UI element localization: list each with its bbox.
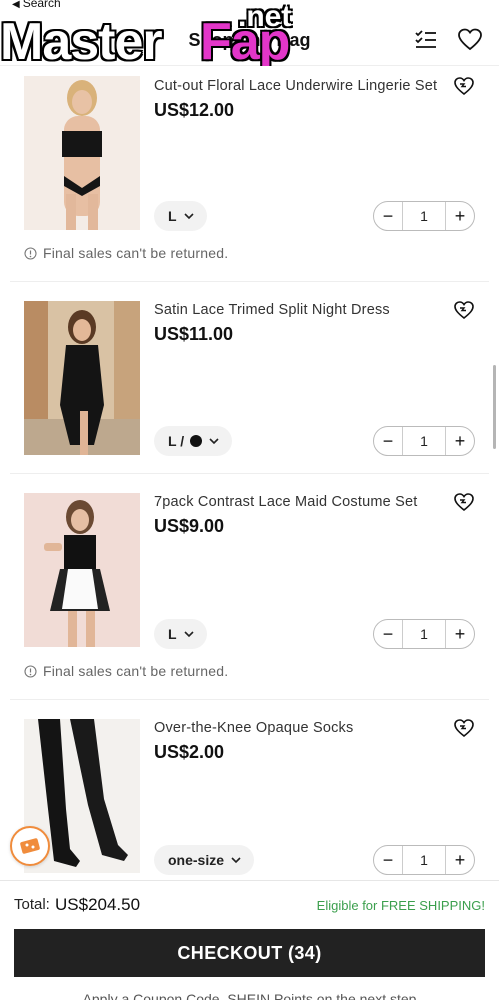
final-sale-note: Final sales can't be returned. [24,245,228,261]
cart-item: Over-the-Knee Opaque Socks US$2.00 one-s… [10,700,489,880]
back-label: Search [22,0,61,10]
variant-selector[interactable]: L [154,619,207,649]
checkout-button[interactable]: CHECKOUT (34) [14,929,485,977]
item-name[interactable]: Over-the-Knee Opaque Socks [154,720,444,736]
quantity-value[interactable]: 1 [402,620,446,648]
chevron-down-icon [183,213,194,220]
variant-selector[interactable]: L [154,201,207,231]
variant-label: one-size [168,852,225,868]
item-price: US$9.00 [154,516,225,536]
variant-label: L / [168,433,185,449]
increase-quantity-button[interactable]: + [446,202,474,230]
quantity-stepper: − 1 + [373,201,475,231]
cart-item: 7pack Contrast Lace Maid Costume Set US$… [10,474,489,700]
item-name[interactable]: 7pack Contrast Lace Maid Costume Set [154,494,444,510]
quantity-stepper: − 1 + [373,426,475,456]
checkout-footer: Total: US$204.50 Eligible for FREE SHIPP… [0,880,499,1000]
quantity-value[interactable]: 1 [402,202,446,230]
wishlist-heart-icon[interactable] [456,26,484,54]
item-price: US$11.00 [154,324,234,344]
total-label: Total: [14,896,50,913]
night-dress-photo [24,301,140,455]
final-sale-text: Final sales can't be returned. [43,663,229,679]
item-name[interactable]: Cut-out Floral Lace Underwire Lingerie S… [154,78,444,94]
decrease-quantity-button[interactable]: − [374,427,402,455]
chevron-down-icon [209,438,219,445]
product-image[interactable] [24,301,140,455]
increase-quantity-button[interactable]: + [446,620,474,648]
total-value: US$204.50 [55,895,141,914]
increase-quantity-button[interactable]: + [446,846,474,874]
item-price: US$12.00 [154,100,235,120]
item-name[interactable]: Satin Lace Trimed Split Night Dress [154,302,444,318]
decrease-quantity-button[interactable]: − [374,620,402,648]
chevron-down-icon [183,631,194,638]
list-check-icon[interactable] [412,26,440,54]
add-to-wishlist-icon[interactable] [453,491,475,513]
quantity-value[interactable]: 1 [402,846,446,874]
decrease-quantity-button[interactable]: − [374,202,402,230]
add-to-wishlist-icon[interactable] [453,717,475,739]
cart-item: Satin Lace Trimed Split Night Dress US$1… [10,282,489,474]
back-to-search[interactable]: ◀ Search [12,0,61,10]
quantity-value[interactable]: 1 [402,427,446,455]
info-icon [24,246,37,260]
free-shipping-note: Eligible for FREE SHIPPING! [316,898,485,913]
final-sale-note: Final sales can't be returned. [24,663,228,679]
add-to-wishlist-icon[interactable] [453,75,475,97]
product-image[interactable] [24,76,140,230]
decrease-quantity-button[interactable]: − [374,846,402,874]
quantity-stepper: − 1 + [373,845,475,875]
variant-selector[interactable]: L / [154,426,233,456]
chevron-down-icon [231,857,241,864]
coupon-badge[interactable] [10,826,50,866]
final-sale-text: Final sales can't be returned. [43,245,229,261]
coupon-note: Apply a Coupon Code, SHEIN Points on the… [82,991,417,1000]
quantity-stepper: − 1 + [373,619,475,649]
scrollbar[interactable] [493,365,496,449]
color-swatch [190,435,203,447]
increase-quantity-button[interactable]: + [446,427,474,455]
info-icon [24,664,37,678]
maid-costume-photo [24,493,140,647]
variant-label: L [168,626,177,642]
product-image[interactable] [24,493,140,647]
back-arrow-icon: ◀ [12,0,20,10]
item-price: US$2.00 [154,742,225,762]
variant-selector[interactable]: one-size [154,845,255,875]
coupon-badge-icon [20,838,40,854]
status-bar: ◀ Search [0,0,499,12]
lingerie-photo [24,76,140,230]
variant-label: L [168,208,177,224]
add-to-wishlist-icon[interactable] [453,299,475,321]
page-header: Shopping Bag [0,12,499,66]
cart-item: Cut-out Floral Lace Underwire Lingerie S… [10,66,489,282]
